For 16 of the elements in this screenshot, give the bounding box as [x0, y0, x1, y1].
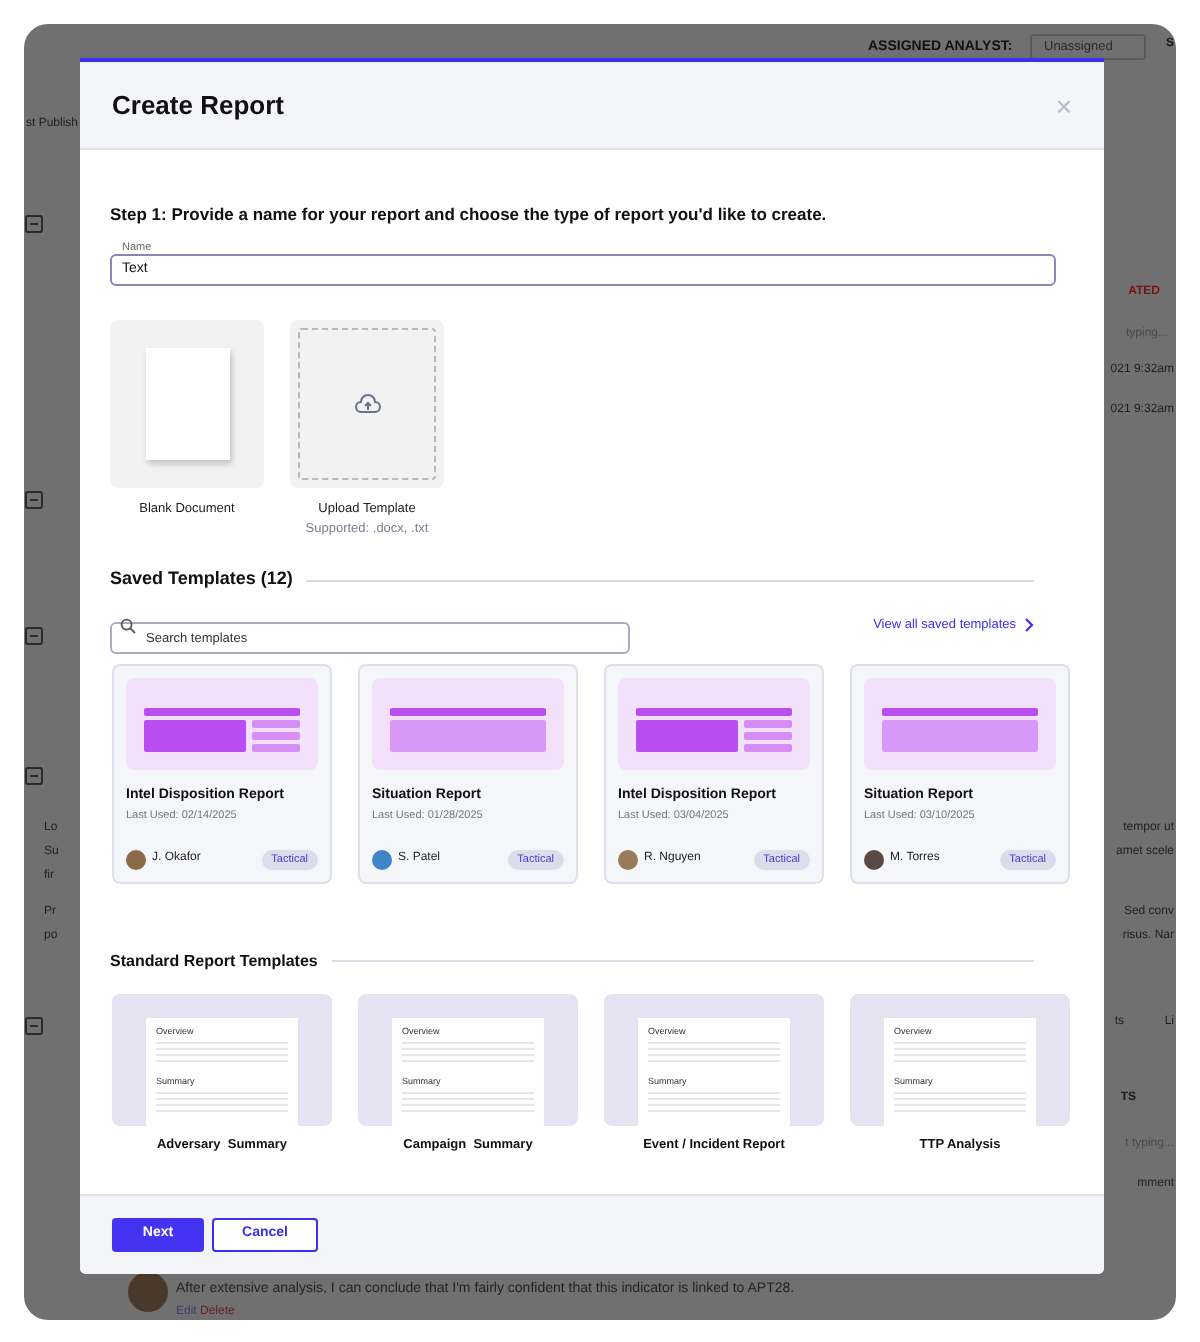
collapse-icon [24, 766, 44, 786]
dialog-title: Create Report [112, 87, 284, 124]
upload-template-tile[interactable] [290, 319, 444, 488]
collapse-icon [24, 1016, 44, 1036]
collapse-icon [24, 214, 44, 234]
step-instruction: Step 1: Provide a name for your report and choose the type of report you'd like to create. [110, 202, 829, 228]
cloud-upload-icon [353, 393, 381, 414]
collapse-icon [24, 626, 44, 646]
avatar [128, 1272, 168, 1312]
search-icon [120, 617, 136, 634]
section-heading: Standard Report Templates [110, 949, 318, 974]
chevron-right-icon [1024, 618, 1034, 633]
document-icon [145, 347, 229, 460]
section-heading: Saved Templates (12) [110, 566, 293, 593]
blank-document-tile[interactable] [110, 319, 264, 488]
collapse-icon [24, 490, 44, 510]
